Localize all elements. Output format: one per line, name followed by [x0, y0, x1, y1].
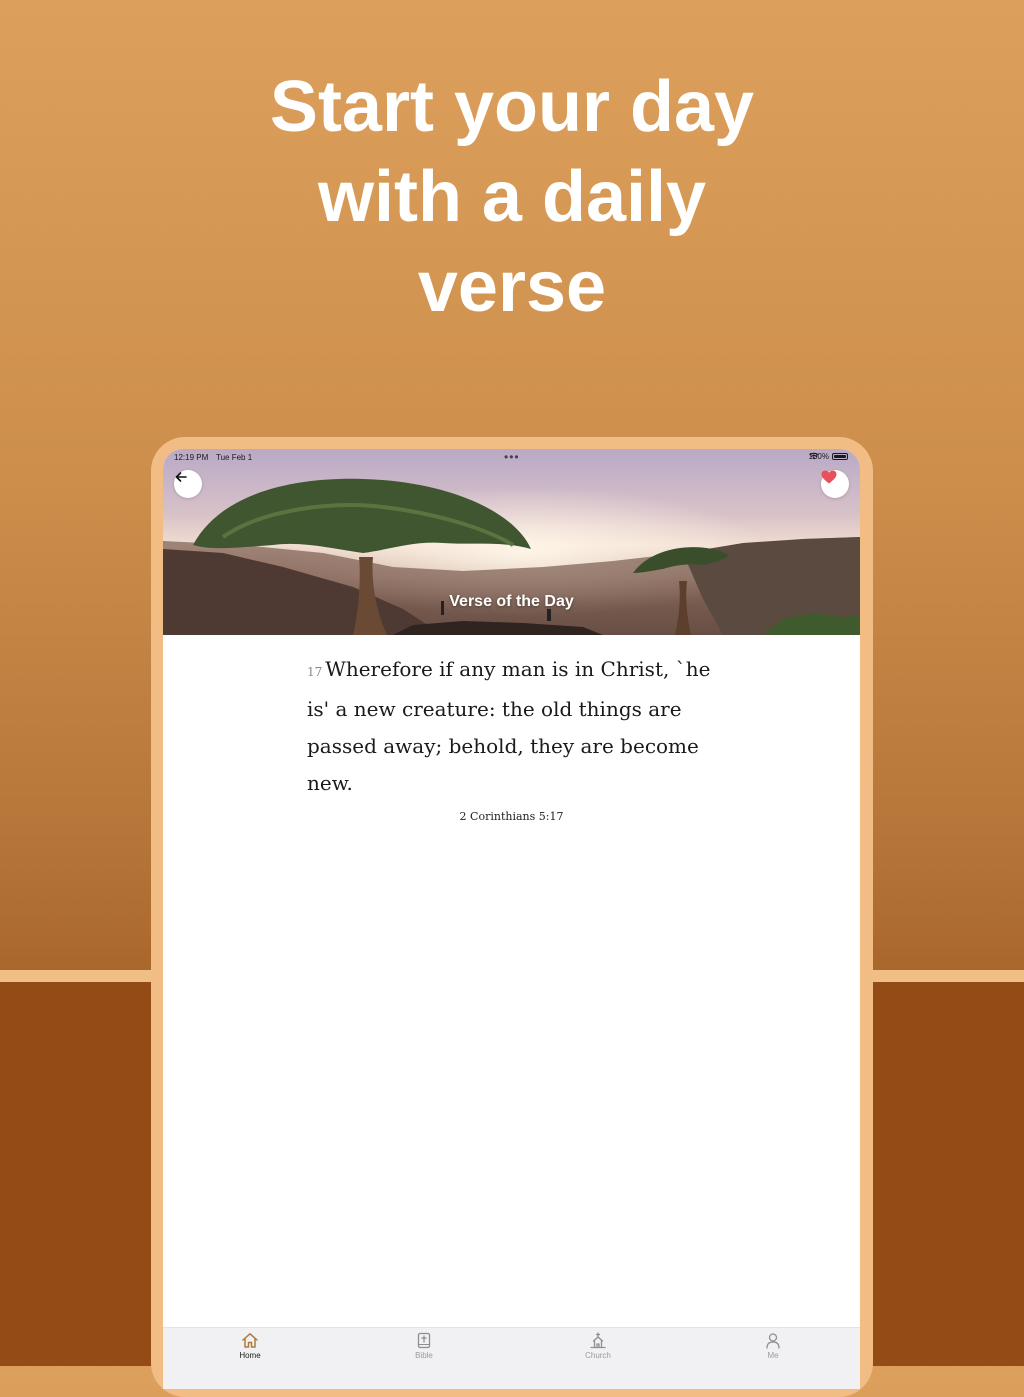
arrow-left-icon	[175, 472, 187, 482]
headline-line-3: verse	[417, 247, 607, 327]
status-date: Tue Feb 1	[216, 453, 253, 462]
tab-church-label: Church	[585, 1351, 611, 1360]
multitask-dots-icon[interactable]: •••	[504, 450, 520, 464]
hero-image: 12:19 PM Tue Feb 1 ••• 100% Verse of the…	[163, 449, 860, 635]
headline: Start your day with a daily verse	[0, 62, 1024, 332]
tab-bible[interactable]: Bible	[384, 1332, 464, 1360]
person-icon	[766, 1333, 780, 1349]
tab-me-label: Me	[767, 1351, 779, 1360]
verse-number: 17	[307, 665, 323, 679]
status-time: 12:19 PM	[174, 453, 209, 462]
verse-text-block: 17 Wherefore if any man is in Christ, `he…	[307, 651, 715, 802]
tab-bar: Home Bible Church Me	[163, 1327, 860, 1389]
tab-church[interactable]: Church	[558, 1332, 638, 1360]
bible-icon	[417, 1332, 431, 1349]
tablet-frame: 12:19 PM Tue Feb 1 ••• 100% Verse of the…	[151, 437, 873, 1397]
favorite-button[interactable]	[821, 470, 849, 498]
wifi-icon	[808, 452, 819, 460]
status-indicators: 100%	[809, 452, 848, 461]
tab-home-label: Home	[239, 1351, 261, 1360]
home-icon	[242, 1333, 258, 1348]
hero-title: Verse of the Day	[449, 593, 574, 610]
headline-line-2: with a daily	[317, 157, 707, 237]
app-screen: 12:19 PM Tue Feb 1 ••• 100% Verse of the…	[163, 449, 860, 1389]
heart-icon	[821, 470, 837, 484]
battery-icon	[832, 453, 848, 460]
verse-text: Wherefore if any man is in Christ, `he i…	[307, 657, 711, 795]
tab-home[interactable]: Home	[210, 1332, 290, 1360]
headline-line-1: Start your day	[269, 67, 755, 147]
verse-reference[interactable]: 2 Corinthians 5:17	[163, 810, 860, 823]
status-bar: 12:19 PM Tue Feb 1 ••• 100%	[163, 449, 860, 467]
tab-me[interactable]: Me	[733, 1332, 813, 1360]
tab-bible-label: Bible	[415, 1351, 433, 1360]
church-icon	[590, 1332, 606, 1349]
back-button[interactable]	[174, 470, 202, 498]
